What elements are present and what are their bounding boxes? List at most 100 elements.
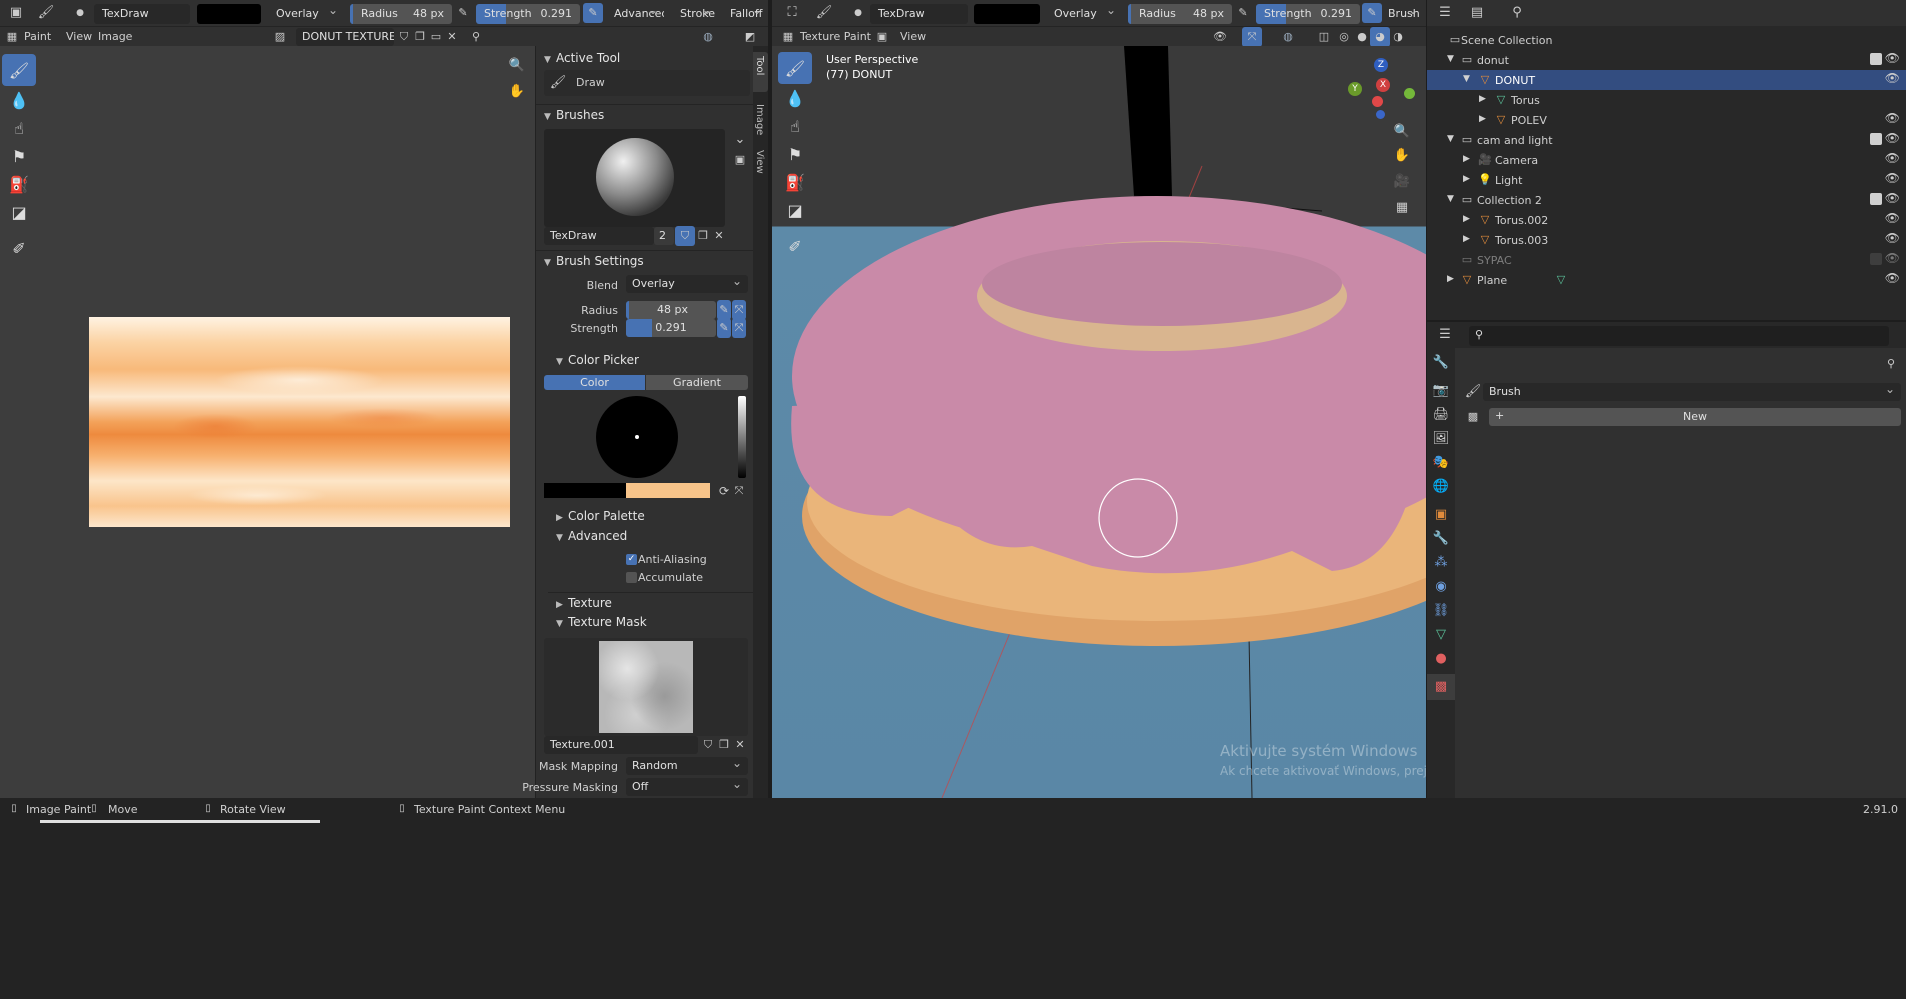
vp-camera-icon[interactable]: 🎥: [1392, 172, 1412, 192]
eye-icon[interactable]: 👁: [1885, 271, 1900, 285]
collection-checkbox[interactable]: [1870, 193, 1882, 205]
swap-colors-icon[interactable]: ⟳: [714, 481, 734, 501]
outliner-row-polev[interactable]: ▶ ▽ POLEV 👁: [1427, 110, 1906, 130]
nav-gizmo[interactable]: Z X Y: [1348, 58, 1418, 119]
viewport-3d[interactable]: User Perspective (77) DONUT 🖌 💧 ☝ ⚑ ⛽ ◪ …: [772, 46, 1426, 798]
paint-mask-icon[interactable]: ▣: [872, 27, 892, 47]
viewport-strength-pressure-icon[interactable]: ✎: [1362, 3, 1382, 23]
tool-draw[interactable]: 🖌: [2, 54, 36, 86]
eye-icon[interactable]: 👁: [1885, 211, 1900, 225]
eye-icon[interactable]: 👁: [1885, 111, 1900, 125]
shading-rendered-icon[interactable]: ◑: [1388, 27, 1408, 47]
anti-aliasing-checkbox[interactable]: ✓: [626, 554, 637, 565]
eye-icon[interactable]: 👁: [1885, 251, 1900, 265]
outliner-row-light[interactable]: ▶ 💡 Light 👁: [1427, 170, 1906, 190]
viewport-blend-dropdown[interactable]: Overlay: [1046, 4, 1122, 24]
falloff-dropdown[interactable]: Falloff: [722, 4, 768, 24]
strength-pressure-icon[interactable]: ✎: [583, 3, 603, 23]
render-tab-icon[interactable]: 📷: [1427, 378, 1455, 404]
data-tab-icon[interactable]: ▽: [1427, 622, 1455, 648]
eye-icon[interactable]: 👁: [1885, 191, 1900, 205]
outliner-row-camera[interactable]: ▶ 🎥 Camera 👁: [1427, 150, 1906, 170]
viewport-editor-type-icon[interactable]: ⛶: [782, 3, 802, 23]
gizmo-neg-y[interactable]: [1404, 88, 1415, 99]
viewport-brush-name-field[interactable]: TexDraw: [870, 4, 968, 24]
outliner-row-donut-object[interactable]: ▼ ▽ DONUT 👁: [1427, 70, 1906, 90]
color-picker-header[interactable]: ▼ Color Picker: [548, 350, 753, 372]
collection-checkbox[interactable]: [1870, 253, 1882, 265]
outliner-row-plane[interactable]: ▶ ▽ Plane ▽ 👁: [1427, 270, 1906, 290]
image-editor-canvas[interactable]: 🖌 💧 ☝ ⚑ ⛽ ◪ ✐ 🔍 ✋: [0, 46, 535, 798]
display-mode-icon[interactable]: ▤: [1467, 3, 1487, 23]
texture-mask-header[interactable]: ▼ Texture Mask: [548, 612, 753, 634]
overlay-icon[interactable]: ◍: [698, 27, 718, 47]
paintbrush-icon[interactable]: 🖌: [36, 3, 56, 23]
viewport-overlay-icon[interactable]: ◍: [1278, 27, 1298, 47]
outliner-row-cam-and-light[interactable]: ▼ ▭ cam and light 👁: [1427, 130, 1906, 150]
viewport-radius-slider[interactable]: Radius 48 px: [1128, 4, 1232, 24]
properties-editor-type-icon[interactable]: ☰: [1435, 325, 1455, 345]
radius-unit-icon[interactable]: ⤧: [732, 300, 746, 320]
gizmo-x-axis[interactable]: X: [1376, 78, 1390, 92]
collection-checkbox[interactable]: [1870, 53, 1882, 65]
brush-context-dropdown[interactable]: Brush: [1483, 383, 1901, 401]
outliner-row-donut[interactable]: ▼ ▭ donut 👁: [1427, 50, 1906, 70]
properties-pin-icon[interactable]: ⚲: [1881, 354, 1901, 374]
mask-texture-name[interactable]: Texture.001: [544, 736, 698, 754]
display-channels-icon[interactable]: ◩: [740, 27, 760, 47]
image-name-field[interactable]: DONUT TEXTURE: [296, 28, 394, 46]
color-wheel[interactable]: [596, 396, 678, 478]
scene-tab-icon[interactable]: 🎭: [1427, 450, 1455, 476]
properties-search-field[interactable]: ⚲: [1469, 326, 1889, 346]
radius-slider[interactable]: Radius 48 px: [350, 4, 452, 24]
vp-tool-annotate[interactable]: ✐: [778, 230, 812, 262]
blend-dropdown[interactable]: Overlay: [626, 275, 748, 293]
texture-browse-icon[interactable]: ▩: [1463, 407, 1483, 427]
image-browse-icon[interactable]: ▨: [270, 27, 290, 47]
viewport-strength-slider[interactable]: Strength 0.291: [1256, 4, 1360, 24]
editor-type-icon[interactable]: ▣: [6, 3, 26, 23]
mask-unlink-icon[interactable]: ✕: [730, 735, 750, 755]
strength-slider[interactable]: Strength 0.291: [476, 4, 580, 24]
value-slider[interactable]: [738, 396, 746, 478]
new-texture-button[interactable]: + New: [1489, 408, 1901, 426]
outliner-row-sypac[interactable]: ▭ SYPAC 👁: [1427, 250, 1906, 270]
outliner-editor-type-icon[interactable]: ☰: [1435, 3, 1455, 23]
strength-pressure-icon-panel[interactable]: ✎: [717, 318, 731, 338]
viewport-menu-view[interactable]: View: [900, 30, 926, 43]
eye-icon[interactable]: 👁: [1885, 151, 1900, 165]
visibility-icon[interactable]: 👁: [1210, 27, 1230, 47]
physics-tab-icon[interactable]: ◉: [1427, 574, 1455, 600]
menu-view[interactable]: View: [66, 30, 92, 43]
viewport-radius-pressure-icon[interactable]: ✎: [1233, 3, 1253, 23]
zoom-icon[interactable]: 🔍: [507, 56, 527, 76]
viewport-brush-menu[interactable]: Brush: [1384, 4, 1424, 24]
stroke-dropdown[interactable]: Stroke: [672, 4, 718, 24]
brush-icon-toggle[interactable]: ▣: [730, 150, 750, 170]
brush-preview[interactable]: [544, 129, 725, 227]
brush-settings-panel-header[interactable]: ▼ Brush Settings: [536, 250, 753, 272]
pan-hand-icon[interactable]: ✋: [507, 82, 527, 102]
texture-tab-icon[interactable]: ▩: [1427, 674, 1455, 700]
outliner-row-torus-003[interactable]: ▶ ▽ Torus.003 👁: [1427, 230, 1906, 250]
view-layer-tab-icon[interactable]: 🖼: [1427, 426, 1455, 452]
mask-texture-preview[interactable]: [544, 638, 748, 736]
brush-list-icon[interactable]: ⌄: [730, 130, 750, 150]
shading-wireframe-icon[interactable]: ◎: [1334, 27, 1354, 47]
brushes-panel-header[interactable]: ▼ Brushes: [536, 104, 753, 126]
gizmo-neg-x[interactable]: [1372, 96, 1383, 107]
radius-pressure-icon[interactable]: ✎: [717, 300, 731, 320]
vp-ortho-grid-icon[interactable]: ▦: [1392, 198, 1412, 218]
color-jitter-icon[interactable]: ⤧: [732, 481, 746, 501]
mask-mapping-dropdown[interactable]: Random: [626, 757, 748, 775]
eye-icon[interactable]: 👁: [1885, 171, 1900, 185]
outliner-row-torus[interactable]: ▶ ▽ Torus: [1427, 90, 1906, 110]
scene-collection-row[interactable]: ▭ Scene Collection: [1427, 30, 1906, 50]
radius-slider-panel[interactable]: 48 px: [626, 301, 716, 319]
brush-name-field-panel[interactable]: TexDraw: [544, 227, 654, 245]
shading-material-icon[interactable]: ◕: [1370, 27, 1390, 47]
vp-pan-icon[interactable]: ✋: [1392, 146, 1412, 166]
gizmo-z-axis[interactable]: Z: [1374, 58, 1388, 72]
pressure-masking-dropdown[interactable]: Off: [626, 778, 748, 796]
pin-icon[interactable]: ⚲: [466, 27, 486, 47]
